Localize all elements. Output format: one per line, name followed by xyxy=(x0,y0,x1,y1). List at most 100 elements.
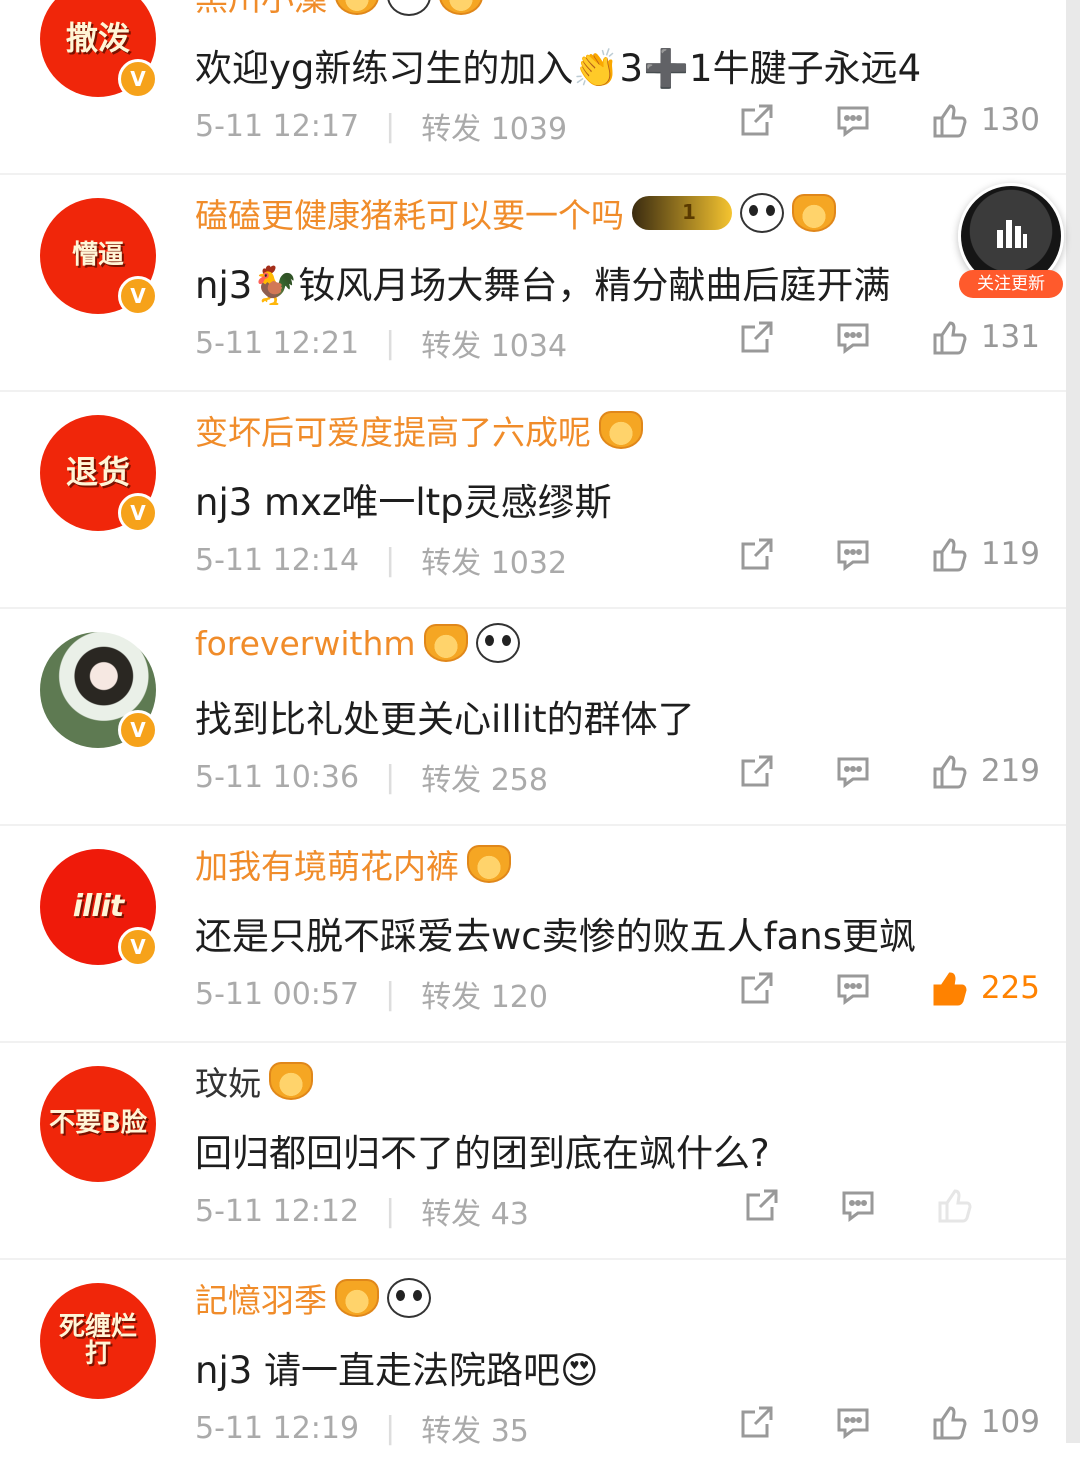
thumbs-up-icon[interactable] xyxy=(934,1185,974,1225)
timestamp: 5-11 10:36 xyxy=(195,759,360,795)
username[interactable]: 記憶羽季 xyxy=(195,1274,431,1322)
share-icon[interactable] xyxy=(737,100,777,140)
username-text: foreverwithm xyxy=(195,623,416,663)
comment-text: 找到比礼处更关心illit的群体了 xyxy=(195,698,695,741)
comment-meta: 5-11 12:19 | 转发 35 xyxy=(195,1406,529,1450)
comment-icon[interactable] xyxy=(833,317,873,357)
comment-actions: 109 xyxy=(737,1402,1040,1442)
thumbs-up-icon[interactable] xyxy=(929,100,969,140)
divider: | xyxy=(385,108,396,144)
avatar-label: 懵逼 xyxy=(71,240,124,271)
divider: | xyxy=(385,1410,396,1446)
share-icon[interactable] xyxy=(737,317,777,357)
repost-count: 转发 1032 xyxy=(421,546,568,581)
comment-meta: 5-11 12:12 | 转发 43 xyxy=(195,1189,529,1233)
panda-icon xyxy=(387,1278,431,1318)
comment-actions: 225 xyxy=(737,968,1040,1008)
username-text: 磕磕更健康猪耗可以要一个吗 xyxy=(195,196,624,235)
like-count: 225 xyxy=(980,970,1040,1006)
avatar[interactable]: 懵逼 V xyxy=(40,198,158,316)
share-icon[interactable] xyxy=(737,968,777,1008)
avatar[interactable]: 死缠烂打 xyxy=(40,1283,156,1399)
share-icon[interactable] xyxy=(737,534,777,574)
vip-level: 1 xyxy=(682,200,696,224)
repost-count: 转发 1039 xyxy=(421,112,568,147)
comment-icon[interactable] xyxy=(838,1185,878,1225)
share-icon[interactable] xyxy=(742,1185,782,1225)
avatar-label: 死缠烂打 xyxy=(58,1311,137,1369)
comment-text: nj3 mxz唯一ltp灵感缪斯 xyxy=(195,481,612,524)
thumbs-up-icon[interactable] xyxy=(929,534,969,574)
comment-item: 退货 V 变坏后可爱度提高了六成呢 nj3 mxz唯一ltp灵感缪斯 5-11 … xyxy=(0,390,1066,609)
crown-medal-icon xyxy=(467,845,511,883)
timestamp: 5-11 12:21 xyxy=(195,325,360,361)
repost-count: 转发 35 xyxy=(421,1414,529,1449)
thumbs-up-icon[interactable] xyxy=(929,968,969,1008)
avatar[interactable]: V xyxy=(40,632,158,750)
username-text: 变坏后可爱度提高了六成呢 xyxy=(195,413,591,452)
comment-meta: 5-11 00:57 | 转发 120 xyxy=(195,972,548,1016)
panda-icon xyxy=(387,0,431,16)
divider: | xyxy=(385,759,396,795)
comment-actions xyxy=(742,1185,1040,1225)
username[interactable]: 磕磕更健康猪耗可以要一个吗 1 xyxy=(195,189,836,237)
thumbs-up-icon[interactable] xyxy=(929,317,969,357)
verified-icon: V xyxy=(118,59,158,99)
verified-icon: V xyxy=(118,927,158,967)
music-bars-icon xyxy=(997,220,1027,248)
crown-medal-icon xyxy=(792,194,836,232)
comment-item: V foreverwithm 找到比礼处更关心illit的群体了 5-11 10… xyxy=(0,607,1066,826)
avatar[interactable]: illit V xyxy=(40,849,158,967)
repost-count: 转发 1034 xyxy=(421,329,568,364)
comment-actions: 130 xyxy=(737,100,1040,140)
verified-icon: V xyxy=(118,710,158,750)
timestamp: 5-11 12:19 xyxy=(195,1410,360,1446)
verified-icon: V xyxy=(118,493,158,533)
divider: | xyxy=(385,542,396,578)
comment-meta: 5-11 10:36 | 转发 258 xyxy=(195,755,548,799)
comment-actions: 219 xyxy=(737,751,1040,791)
panda-icon xyxy=(475,623,520,663)
username[interactable]: 黑川小藻 xyxy=(195,0,483,20)
username[interactable]: 玟妧 xyxy=(195,1057,313,1105)
share-icon[interactable] xyxy=(737,1402,777,1442)
comment-actions: 131 xyxy=(737,317,1040,357)
follow-update-label: 关注更新 xyxy=(959,270,1063,298)
avatar[interactable]: 退货 V xyxy=(40,415,158,533)
like-count: 130 xyxy=(980,102,1040,138)
repost-count: 转发 120 xyxy=(421,980,548,1015)
comment-meta: 5-11 12:17 | 转发 1039 xyxy=(195,104,567,148)
crown-medal-icon xyxy=(439,0,483,15)
thumbs-up-icon[interactable] xyxy=(929,1402,969,1442)
username[interactable]: 加我有境萌花内裤 xyxy=(195,840,511,888)
verified-icon: V xyxy=(118,276,158,316)
comment-text: 欢迎yg新练习生的加入👏3➕1牛腱子永远4 xyxy=(195,47,922,90)
repost-count: 转发 43 xyxy=(421,1197,529,1232)
avatar[interactable]: 撒泼 V xyxy=(40,0,158,99)
comment-text: nj3🐓钕风月场大舞台，精分献曲后庭开满 xyxy=(195,264,891,307)
crown-medal-icon xyxy=(335,1279,379,1317)
crown-medal-icon xyxy=(269,1062,313,1100)
comment-text: 回归都回归不了的团到底在飒什么? xyxy=(195,1132,770,1175)
comment-icon[interactable] xyxy=(833,751,873,791)
comment-item: 懵逼 V 磕磕更健康猪耗可以要一个吗 1 nj3🐓钕风月场大舞台，精分献曲后庭开… xyxy=(0,173,1066,392)
username[interactable]: 变坏后可爱度提高了六成呢 xyxy=(195,406,643,454)
crown-medal-icon xyxy=(423,624,468,662)
comment-icon[interactable] xyxy=(833,534,873,574)
comment-item: illit V 加我有境萌花内裤 还是只脱不踩爱去wc卖惨的败五人fans更飒 … xyxy=(0,824,1066,1043)
timestamp: 5-11 00:57 xyxy=(195,976,360,1012)
comment-icon[interactable] xyxy=(833,100,873,140)
timestamp: 5-11 12:12 xyxy=(195,1193,360,1229)
floating-follow-button[interactable]: 关注更新 xyxy=(958,183,1064,298)
comment-icon[interactable] xyxy=(833,1402,873,1442)
avatar-label: 退货 xyxy=(65,453,130,492)
avatar-label: 不要B脸 xyxy=(49,1108,147,1139)
timestamp: 5-11 12:14 xyxy=(195,542,360,578)
thumbs-up-icon[interactable] xyxy=(929,751,969,791)
repost-count: 转发 258 xyxy=(421,763,548,798)
share-icon[interactable] xyxy=(737,751,777,791)
avatar[interactable]: 不要B脸 xyxy=(40,1066,156,1182)
username[interactable]: foreverwithm xyxy=(195,623,520,663)
comment-item: 不要B脸 玟妧 回归都回归不了的团到底在飒什么? 5-11 12:12 | 转发… xyxy=(0,1041,1066,1260)
comment-icon[interactable] xyxy=(833,968,873,1008)
